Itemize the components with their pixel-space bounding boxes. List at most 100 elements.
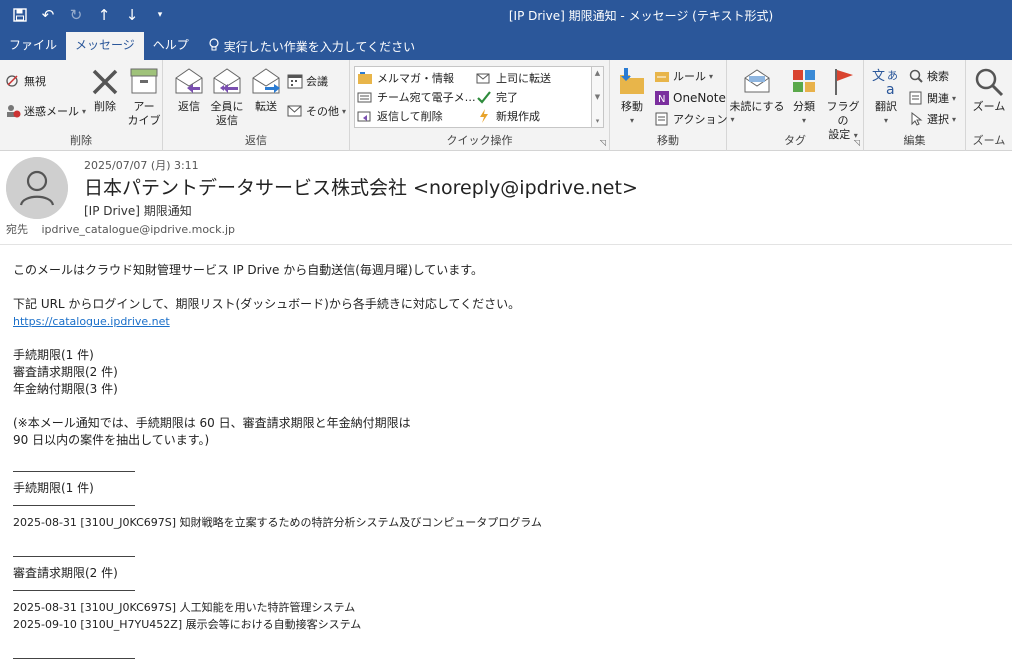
reply-delete-icon xyxy=(357,108,373,124)
archive-button[interactable]: アー カイブ xyxy=(127,66,161,128)
cursor-icon xyxy=(908,111,924,127)
ignore-button[interactable]: 無視 xyxy=(5,73,46,89)
recipients: 宛先 ipdrive_catalogue@ipdrive.mock.jp xyxy=(6,221,235,237)
chevron-down-icon: ▾ xyxy=(883,116,888,125)
deadline-row: 2025-08-31 [310U_J0KC697S] 人工知能を用いた特許管理シ… xyxy=(13,601,356,614)
dashboard-link[interactable]: https://catalogue.ipdrive.net xyxy=(13,315,170,328)
move-group: 移動 ▾ ルール ▾ N OneNote アクション ▾ 移動 xyxy=(610,60,734,151)
related-button[interactable]: 関連 ▾ xyxy=(908,90,956,106)
delete-group: 無視 迷惑メール ▾ 削除 アー カイブ 削除 xyxy=(0,60,163,151)
reply-button[interactable]: 返信 xyxy=(171,66,207,114)
move-button[interactable]: 移動 ▾ xyxy=(614,66,650,128)
folder-arrow-icon xyxy=(357,70,373,86)
reply-all-icon xyxy=(213,68,241,94)
junk-button[interactable]: 迷惑メール ▾ xyxy=(5,103,86,119)
summary-item: 手続期限(1 件) xyxy=(13,348,94,362)
categorize-button[interactable]: 分類 ▾ xyxy=(787,66,821,128)
svg-text:a: a xyxy=(886,82,895,98)
rules-button[interactable]: ルール ▾ xyxy=(654,68,713,84)
summary-item: 審査請求期限(2 件) xyxy=(13,365,118,379)
calendar-icon xyxy=(287,73,303,89)
quick-step-reply-delete[interactable]: 返信して削除 xyxy=(357,108,443,124)
window-title: [IP Drive] 期限通知 - メッセージ (テキスト形式) xyxy=(508,9,774,23)
categorize-icon xyxy=(793,70,815,92)
ribbon-tabs: ファイル メッセージ ヘルプ 実行したい作業を入力してください xyxy=(0,32,1012,60)
delete-icon xyxy=(92,69,118,95)
onenote-icon: N xyxy=(654,90,670,106)
dialog-launcher-icon[interactable]: ◹ xyxy=(854,138,860,147)
translate-button[interactable]: 文aあ 翻訳 ▾ xyxy=(868,66,904,128)
chevron-down-icon: ▾ xyxy=(629,116,634,125)
chevron-down-icon: ▾ xyxy=(801,116,806,125)
dialog-launcher-icon[interactable]: ◹ xyxy=(600,138,606,147)
message-header: 2025/07/07 (月) 3:11 日本パテントデータサービス株式会社 <n… xyxy=(0,151,1012,245)
quick-step-newsletter[interactable]: メルマガ・情報 xyxy=(357,70,454,86)
actions-button[interactable]: アクション ▾ xyxy=(654,111,734,127)
tell-me-text: 実行したい作業を入力してください xyxy=(223,39,416,54)
separator xyxy=(13,556,135,557)
onenote-button[interactable]: N OneNote xyxy=(654,90,726,106)
tab-file[interactable]: ファイル xyxy=(0,32,66,60)
note-line: 90 日以内の案件を抽出しています。) xyxy=(13,433,210,447)
zoom-group: ズーム ズーム xyxy=(966,60,1012,151)
svg-text:文: 文 xyxy=(872,69,885,84)
quick-step-forward-boss[interactable]: 上司に転送 xyxy=(476,70,551,86)
body-intro: このメールはクラウド知財管理サービス IP Drive から自動送信(毎週月曜)… xyxy=(13,263,484,277)
respond-group: 返信 全員に 返信 転送 会議 その他 ▾ 返信 xyxy=(163,60,350,151)
ignore-icon xyxy=(5,73,21,89)
unread-mail-icon xyxy=(744,69,770,93)
archive-icon xyxy=(130,68,158,94)
chevron-down-icon: ▾ xyxy=(952,114,957,124)
quick-step-create-new[interactable]: 新規作成 xyxy=(476,108,540,124)
forward-button[interactable]: 転送 xyxy=(248,66,284,114)
person-icon xyxy=(6,157,68,219)
edit-group: 文aあ 翻訳 ▾ 検索 関連 ▾ 選択 ▾ 編集 xyxy=(864,60,966,151)
body-instruction: 下記 URL からログインして、期限リスト(ダッシュボード)から各手続きに対応し… xyxy=(13,297,521,311)
find-button[interactable]: 検索 xyxy=(908,68,949,84)
quick-steps-gallery: メルマガ・情報 上司に転送 チーム宛て電子メ… 完了 返信して削除 新規作成 ▲… xyxy=(354,66,604,128)
section-2-title: 審査請求期限(2 件) xyxy=(13,566,118,580)
to-address[interactable]: ipdrive_catalogue@ipdrive.mock.jp xyxy=(42,223,236,236)
chevron-down-icon: ▾ xyxy=(342,106,347,116)
mark-unread-button[interactable]: 未読にする xyxy=(729,66,785,114)
tell-me-box[interactable]: 実行したい作業を入力してください xyxy=(198,32,415,60)
translate-icon: 文aあ xyxy=(872,69,898,98)
lightbulb-icon xyxy=(208,37,220,55)
quick-step-team-email[interactable]: チーム宛て電子メ… xyxy=(357,89,476,105)
expand-gallery-icon[interactable]: ▾ xyxy=(596,117,600,125)
message-subject: [IP Drive] 期限通知 xyxy=(84,204,192,218)
forward-icon xyxy=(252,68,280,94)
move-group-label: 移動 xyxy=(657,134,679,147)
edit-group-label: 編集 xyxy=(903,134,926,147)
lightning-icon xyxy=(476,108,492,124)
svg-text:あ: あ xyxy=(887,69,898,82)
sender[interactable]: 日本パテントデータサービス株式会社 <noreply@ipdrive.net> xyxy=(84,173,638,200)
svg-text:N: N xyxy=(658,94,665,105)
tags-group: 未読にする 分類 ▾ フラグの 設定 ▾ タグ ◹ xyxy=(727,60,864,151)
tags-group-label: タグ xyxy=(784,134,806,147)
to-label: 宛先 xyxy=(6,223,28,236)
tab-message[interactable]: メッセージ xyxy=(66,32,144,60)
meeting-button[interactable]: 会議 xyxy=(287,73,328,89)
deadline-row: 2025-08-31 [310U_J0KC697S] 知財戦略を立案するための特… xyxy=(13,516,542,529)
forward-mail-icon xyxy=(476,70,492,86)
summary-item: 年金納付期限(3 件) xyxy=(13,382,118,396)
select-button[interactable]: 選択 ▾ xyxy=(908,111,956,127)
junk-icon xyxy=(5,103,21,119)
scroll-down-icon[interactable]: ▼ xyxy=(595,93,600,101)
quick-step-done[interactable]: 完了 xyxy=(476,89,518,105)
delete-button[interactable]: 削除 xyxy=(88,66,122,114)
scroll-up-icon[interactable]: ▲ xyxy=(595,69,600,77)
tab-help[interactable]: ヘルプ xyxy=(144,32,198,60)
team-mail-icon xyxy=(357,89,373,105)
message-date: 2025/07/07 (月) 3:11 xyxy=(84,159,199,172)
flag-icon xyxy=(835,69,853,95)
quick-steps-scroll[interactable]: ▲ ▼ ▾ xyxy=(591,67,603,127)
more-respond-button[interactable]: その他 ▾ xyxy=(287,103,346,119)
reply-all-button[interactable]: 全員に 返信 xyxy=(209,66,245,128)
delete-group-label: 削除 xyxy=(70,134,92,147)
zoom-button[interactable]: ズーム xyxy=(971,66,1007,114)
search-icon xyxy=(908,68,924,84)
